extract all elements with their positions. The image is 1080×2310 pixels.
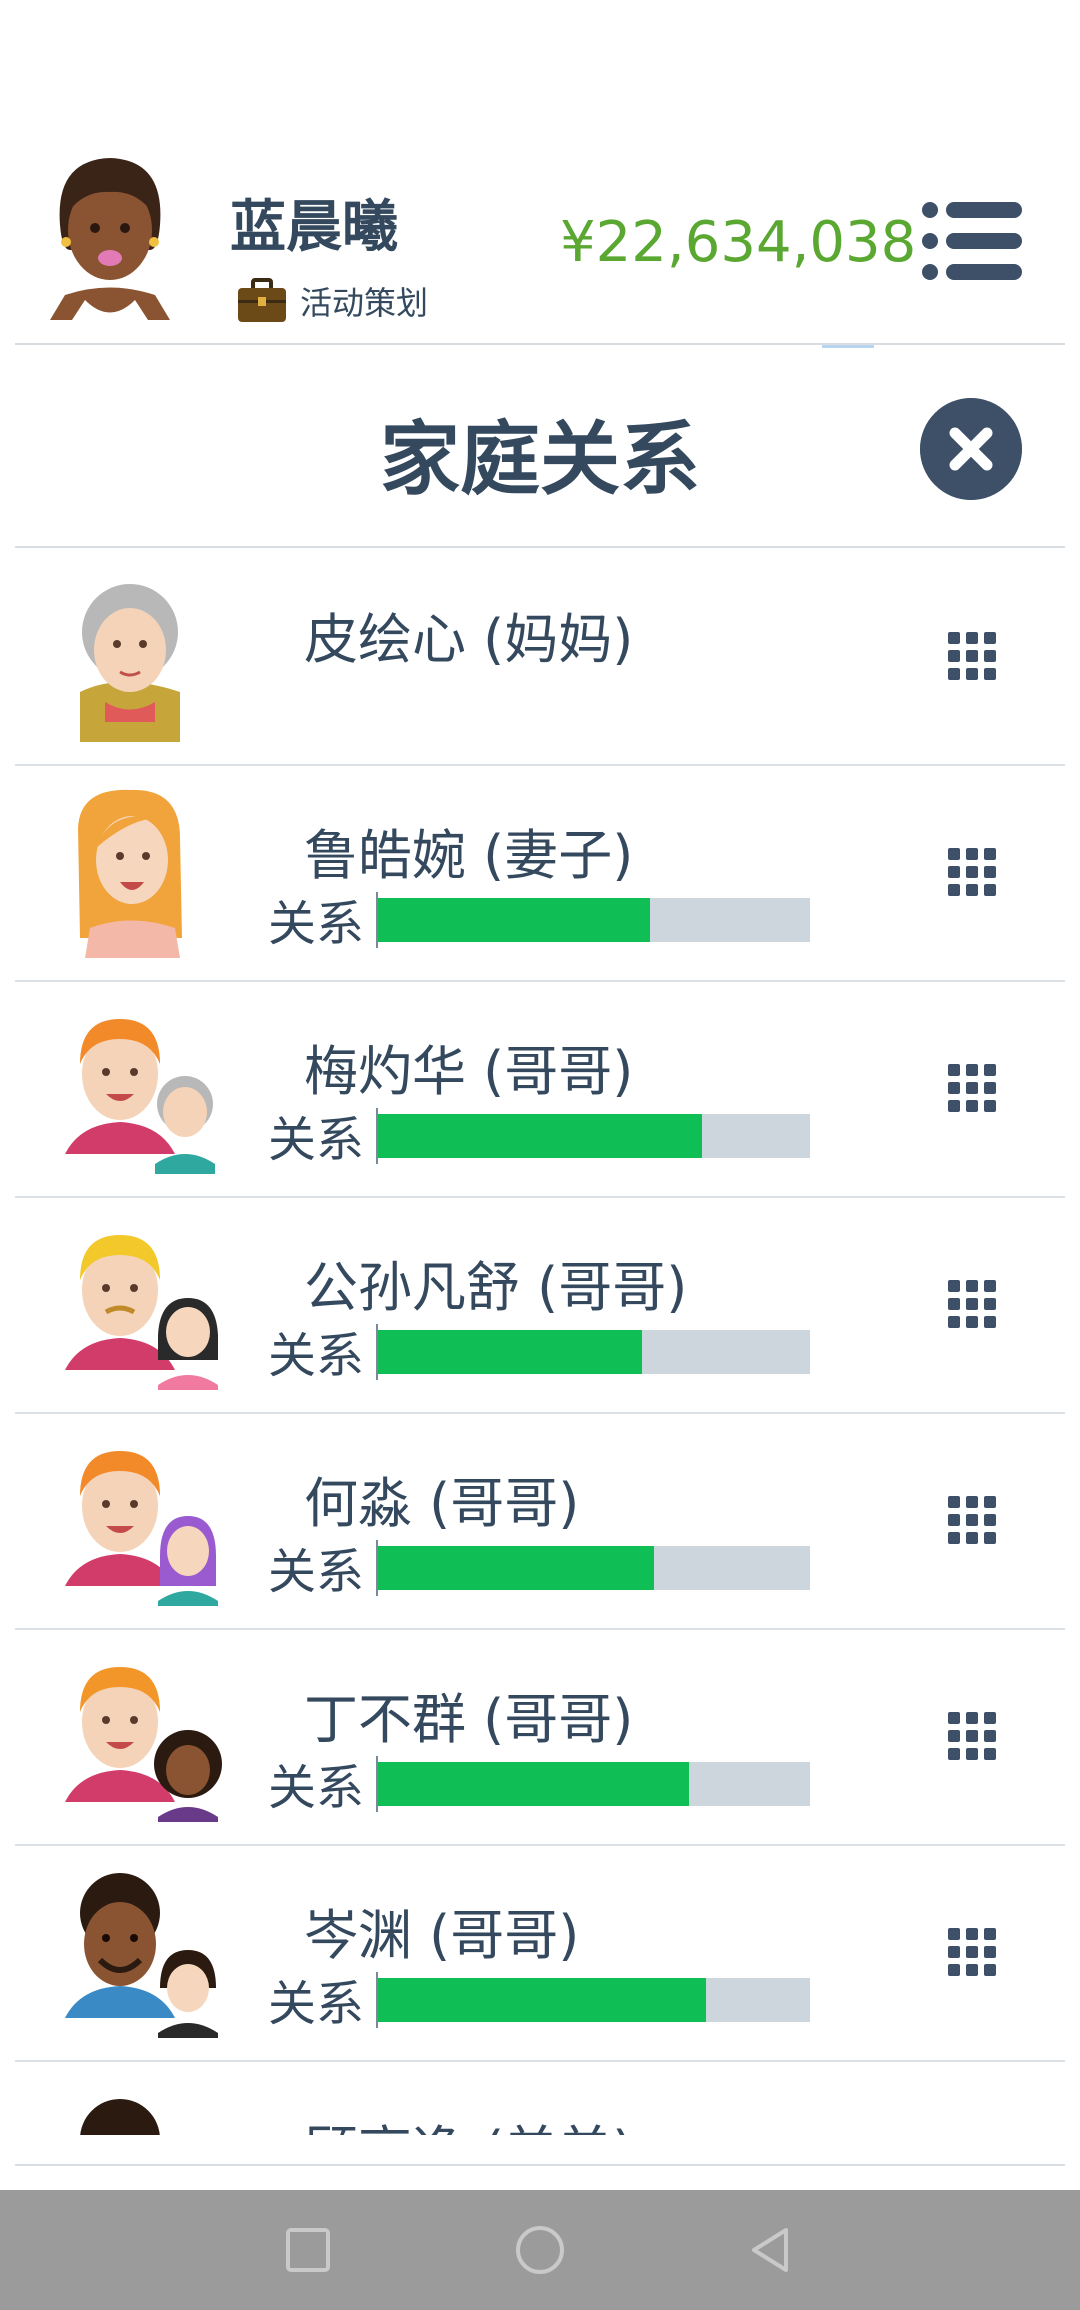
money-balance: ¥22,634,038: [560, 210, 917, 275]
title-divider: [15, 546, 1065, 548]
relationship-bar-tick: [376, 1540, 378, 1596]
list-item[interactable]: 岑渊 (哥哥) 关系: [0, 1846, 1080, 2062]
relationship-bar: [376, 892, 810, 948]
relationship-bar-tick: [376, 1108, 378, 1164]
member-name: 皮绘心 (妈妈): [304, 608, 634, 671]
briefcase-icon: [238, 278, 286, 322]
avatar: [65, 1235, 218, 1390]
dialog-title: 家庭关系: [380, 413, 700, 506]
relationship-bar: [376, 1108, 810, 1164]
list-bottom-divider: [15, 2164, 1065, 2166]
system-nav-bar: [0, 2190, 1080, 2310]
list-item[interactable]: 梅灼华 (哥哥) 关系: [0, 982, 1080, 1198]
scroll-indicator: [822, 345, 874, 348]
member-name: 鲁皓婉 (妻子): [304, 824, 634, 887]
relationship-bar: [376, 1324, 810, 1380]
member-name: 岑渊 (哥哥): [304, 1904, 580, 1967]
member-name: 丁不群 (哥哥): [304, 1688, 634, 1751]
avatar: [65, 1873, 218, 2038]
grid-menu-icon[interactable]: [948, 1280, 996, 1328]
relationship-bar-fill: [378, 1762, 690, 1806]
list-item[interactable]: 顾高逸 (弟弟): [0, 2062, 1080, 2135]
grid-menu-icon[interactable]: [948, 1496, 996, 1544]
relationship-bar-tick: [376, 892, 378, 948]
relationship-bar-fill: [378, 1330, 642, 1374]
grid-menu-icon[interactable]: [948, 848, 996, 896]
relationship-bar-fill: [378, 1978, 707, 2022]
list-item[interactable]: 丁不群 (哥哥) 关系: [0, 1630, 1080, 1846]
grid-menu-icon[interactable]: [948, 632, 996, 680]
member-name: 公孙凡舒 (哥哥): [304, 1256, 688, 1319]
relationship-bar: [376, 1972, 810, 2028]
job-label: 活动策划: [300, 284, 429, 322]
relationship-label: 关系: [268, 1328, 365, 1384]
relationship-bar-tick: [376, 1756, 378, 1812]
relationship-bar-fill: [378, 898, 651, 942]
grid-menu-icon[interactable]: [948, 1928, 996, 1976]
member-name: 梅灼华 (哥哥): [304, 1040, 634, 1103]
family-list[interactable]: 皮绘心 (妈妈) 鲁皓婉 (妻子) 关系 梅灼华 (哥哥) 关系 公孙凡舒 (哥…: [0, 550, 1080, 2135]
relationship-label: 关系: [268, 1760, 365, 1816]
avatar: [80, 584, 180, 742]
avatar: [65, 1019, 215, 1174]
grid-menu-icon[interactable]: [948, 1064, 996, 1112]
relationship-label: 关系: [268, 1112, 365, 1168]
relationship-label: 关系: [268, 896, 365, 952]
menu-icon[interactable]: [920, 200, 1025, 282]
relationship-label: 关系: [268, 1544, 365, 1600]
relationship-bar-tick: [376, 1972, 378, 2028]
relationship-bar-fill: [378, 1114, 702, 1158]
player-name: 蓝晨曦: [230, 195, 398, 260]
avatar: [65, 1667, 222, 1822]
member-name: 顾高逸 (弟弟): [304, 2107, 633, 2135]
header-divider: [15, 343, 1065, 345]
avatar: [80, 2099, 160, 2135]
list-item[interactable]: 皮绘心 (妈妈): [0, 550, 1080, 766]
close-button[interactable]: [920, 398, 1022, 500]
relationship-bar: [376, 1756, 810, 1812]
profile-header: 蓝晨曦 活动策划 ¥22,634,038: [0, 0, 1080, 345]
list-item[interactable]: 何淼 (哥哥) 关系: [0, 1414, 1080, 1630]
recent-apps-icon[interactable]: [282, 2224, 334, 2276]
player-avatar[interactable]: [40, 150, 180, 320]
avatar: [65, 1451, 218, 1606]
job-info: 活动策划: [236, 278, 428, 324]
relationship-label: 关系: [268, 1976, 365, 2032]
back-icon[interactable]: [744, 2224, 796, 2276]
member-name: 何淼 (哥哥): [304, 1472, 580, 1535]
relationship-bar-tick: [376, 1324, 378, 1380]
grid-menu-icon[interactable]: [948, 1712, 996, 1760]
relationship-bar-fill: [378, 1546, 655, 1590]
relationship-bar: [376, 1540, 810, 1596]
list-item[interactable]: 鲁皓婉 (妻子) 关系: [0, 766, 1080, 982]
list-item[interactable]: 公孙凡舒 (哥哥) 关系: [0, 1198, 1080, 1414]
home-icon[interactable]: [514, 2224, 566, 2276]
avatar: [78, 789, 182, 958]
